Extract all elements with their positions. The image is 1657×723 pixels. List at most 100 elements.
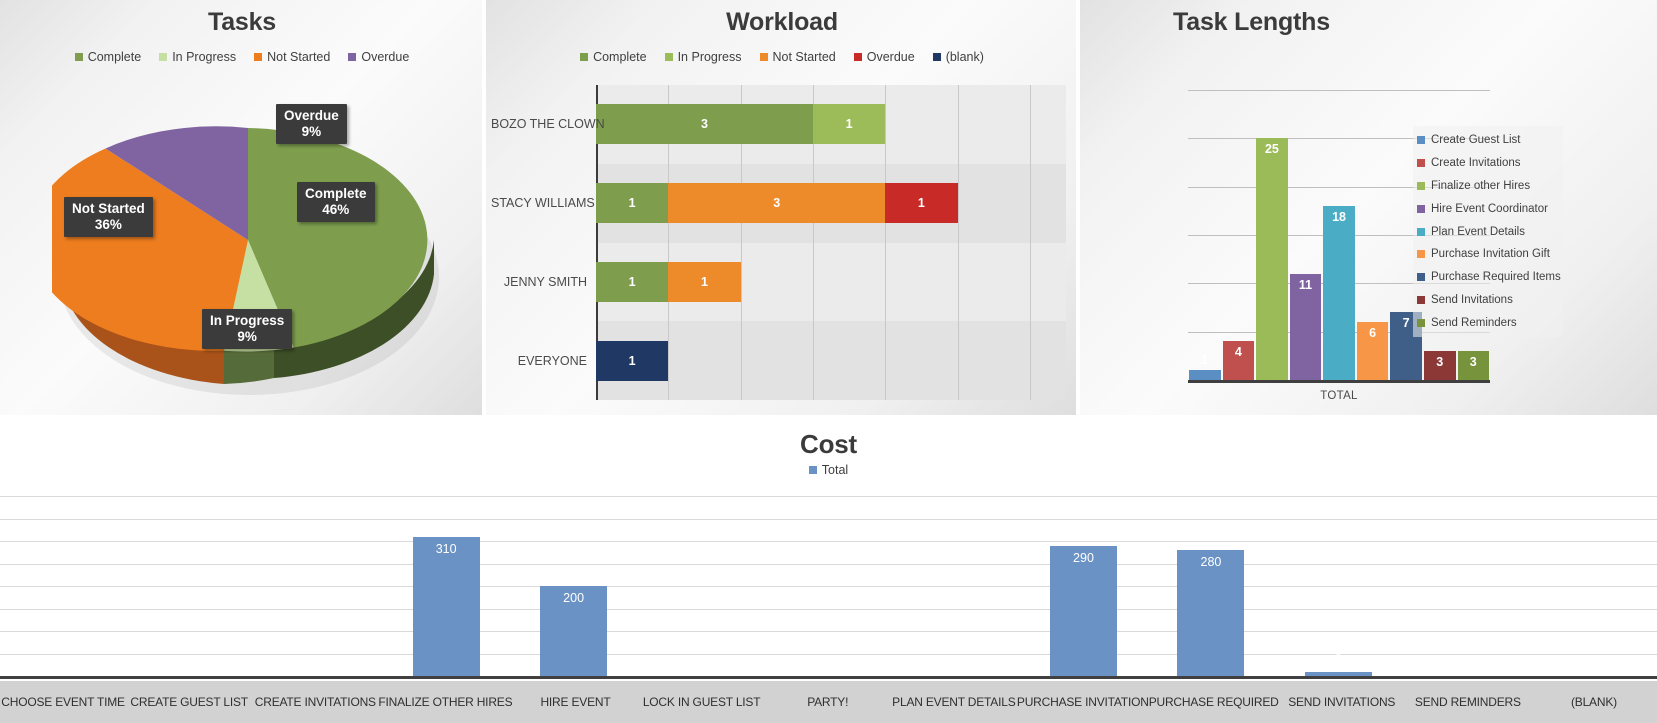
tasks-legend-item[interactable]: In Progress: [159, 50, 236, 64]
task-lengths-legend-item[interactable]: Hire Event Coordinator: [1417, 197, 1559, 220]
tasks-pie-chart[interactable]: Overdue 9% Complete 46% Not Started 36% …: [29, 72, 442, 402]
cost-bar-column[interactable]: [1402, 496, 1529, 676]
pie-label-not-started-value: 36%: [94, 216, 122, 232]
workload-bar-chart[interactable]: BOZO THE CLOWN 3 1 STACY WILLIAMS 1 3 1 JENNY S…: [491, 85, 1066, 400]
task-lengths-legend-item[interactable]: Create Guest List: [1417, 129, 1559, 152]
workload-chart-legend[interactable]: Complete In Progress Not Started Overdue (bl…: [486, 50, 1078, 64]
legend-label: Send Reminders: [1431, 316, 1517, 329]
cost-category-label: CHOOSE EVENT TIME: [1, 695, 125, 709]
task-lengths-bar[interactable]: 4: [1222, 341, 1255, 380]
legend-swatch-icon: [159, 53, 168, 61]
cost-chart-legend[interactable]: Total: [0, 463, 1657, 477]
task-lengths-bar[interactable]: 25: [1256, 138, 1288, 380]
workload-bar-row[interactable]: EVERYONE 1: [518, 340, 669, 381]
cost-bar-column[interactable]: 280: [1147, 496, 1274, 676]
legend-label: (blank): [945, 50, 984, 64]
pie-label-overdue-name: Overdue: [284, 108, 339, 123]
task-lengths-legend-item[interactable]: Finalize other Hires: [1417, 175, 1559, 198]
legend-label: Plan Event Details: [1431, 225, 1525, 238]
workload-bar-segment[interactable]: 1: [596, 261, 669, 302]
task-lengths-legend-item[interactable]: Create Invitations: [1417, 152, 1559, 175]
legend-swatch-icon: [932, 53, 941, 61]
cost-bar-chart[interactable]: 310 200 290 280 8: [0, 496, 1657, 679]
pie-label-complete: Complete 46%: [297, 182, 375, 222]
cost-bar-value: 290: [1073, 550, 1094, 565]
cost-chart-panel[interactable]: Cost Total 310 200 290 280 8 CHOOSE EVENT TI…: [0, 418, 1657, 723]
legend-label: Overdue: [361, 50, 410, 64]
cost-bar[interactable]: 290: [1049, 545, 1117, 676]
cost-bar[interactable]: 280: [1177, 550, 1245, 676]
cost-bar-column[interactable]: 8: [1275, 496, 1402, 676]
workload-legend-item[interactable]: (blank): [932, 50, 984, 64]
workload-bar-row[interactable]: STACY WILLIAMS 1 3 1: [491, 183, 958, 224]
task-lengths-legend-item[interactable]: Purchase Invitation Gift: [1417, 243, 1559, 266]
cost-bar-column[interactable]: 290: [1020, 496, 1147, 676]
legend-label: Create Invitations: [1431, 157, 1521, 170]
legend-label: Overdue: [866, 50, 915, 64]
cost-x-axis: CHOOSE EVENT TIME CREATE GUEST LIST CREATE…: [0, 681, 1657, 723]
task-lengths-chart-legend[interactable]: Create Guest List Create Invitations Final…: [1413, 126, 1563, 338]
workload-bar-segment[interactable]: 1: [596, 340, 669, 381]
task-lengths-legend-item[interactable]: Purchase Required Items: [1417, 266, 1561, 289]
cost-category-label: PURCHASE INVITATION: [1016, 695, 1149, 709]
cost-category-label: CREATE GUEST LIST: [130, 695, 248, 709]
cost-bar-column[interactable]: [1530, 496, 1657, 676]
tasks-chart-panel[interactable]: Tasks Complete In Progress Not Started Over…: [0, 0, 484, 415]
task-lengths-bar[interactable]: 1: [1189, 353, 1221, 380]
pie-label-not-started: Not Started 36%: [64, 197, 153, 237]
task-lengths-bar[interactable]: 3: [1423, 351, 1456, 380]
cost-bar-column[interactable]: [127, 496, 254, 676]
task-lengths-category-axis: [1188, 380, 1490, 383]
legend-label: Complete: [593, 50, 647, 64]
cost-bar-column[interactable]: 200: [510, 496, 637, 676]
workload-category-label: EVERYONE: [517, 353, 587, 368]
workload-bar-segment[interactable]: 1: [885, 183, 958, 224]
legend-label: Not Started: [267, 50, 331, 64]
cost-category-axis: [0, 676, 1657, 679]
pie-label-not-started-name: Not Started: [72, 201, 145, 216]
cost-bar-column[interactable]: [637, 496, 764, 676]
workload-bar-segment[interactable]: 3: [668, 183, 886, 224]
task-lengths-legend-item[interactable]: Send Invitations: [1417, 289, 1559, 312]
workload-legend-item[interactable]: Overdue: [853, 50, 915, 64]
workload-bar-segment[interactable]: 1: [812, 104, 886, 145]
workload-legend-item[interactable]: Not Started: [759, 50, 836, 64]
cost-bar[interactable]: 200: [540, 586, 608, 676]
cost-legend-label: Total: [821, 463, 849, 477]
workload-chart-panel[interactable]: Workload Complete In Progress Not Started O…: [486, 0, 1078, 415]
cost-bar-column[interactable]: [765, 496, 892, 676]
cost-bar-column[interactable]: 310: [382, 496, 509, 676]
tasks-legend-item[interactable]: Not Started: [254, 50, 330, 64]
cost-bar-column[interactable]: [0, 496, 127, 676]
workload-bar-row[interactable]: JENNY SMITH 1 1: [504, 261, 741, 302]
cost-bar-value: 310: [435, 541, 457, 556]
workload-legend-item[interactable]: Complete: [580, 50, 647, 64]
legend-swatch-icon: [1417, 181, 1425, 190]
task-lengths-legend-item[interactable]: Send Reminders: [1417, 311, 1559, 334]
cost-category-label: (BLANK): [1570, 695, 1617, 709]
workload-bar-row[interactable]: BOZO THE CLOWN 3 1: [491, 104, 886, 145]
workload-gridline: [885, 85, 887, 400]
cost-bar-column[interactable]: [255, 496, 382, 676]
task-lengths-legend-item[interactable]: Plan Event Details: [1417, 220, 1559, 243]
tasks-chart-legend[interactable]: Complete In Progress Not Started Overdue: [0, 50, 484, 64]
tasks-legend-item[interactable]: Overdue: [348, 50, 409, 64]
tasks-legend-item[interactable]: Complete: [74, 50, 141, 64]
workload-bar-segment[interactable]: 1: [596, 183, 669, 224]
workload-legend-item[interactable]: In Progress: [664, 50, 742, 64]
workload-bar-segment[interactable]: 3: [596, 104, 813, 145]
cost-category-label: CREATE INVITATIONS: [254, 695, 376, 709]
cost-bar-value: 280: [1200, 555, 1222, 569]
task-lengths-bar[interactable]: 3: [1457, 351, 1490, 380]
legend-swatch-icon: [1417, 295, 1425, 304]
task-lengths-bar[interactable]: 11: [1289, 273, 1322, 380]
legend-swatch-icon: [759, 53, 768, 61]
task-lengths-bar[interactable]: 18: [1323, 206, 1355, 380]
legend-swatch-icon: [1417, 273, 1425, 282]
legend-label: Purchase Invitation Gift: [1431, 248, 1550, 261]
workload-bar-segment[interactable]: 1: [668, 261, 741, 302]
task-lengths-chart-panel[interactable]: Task Lengths 1 4 25 11 18 6 7 3 3 TOTAL: [1080, 0, 1657, 415]
task-lengths-bar[interactable]: 6: [1356, 322, 1389, 380]
cost-bar-column[interactable]: [892, 496, 1019, 676]
cost-bar[interactable]: 310: [412, 536, 480, 676]
